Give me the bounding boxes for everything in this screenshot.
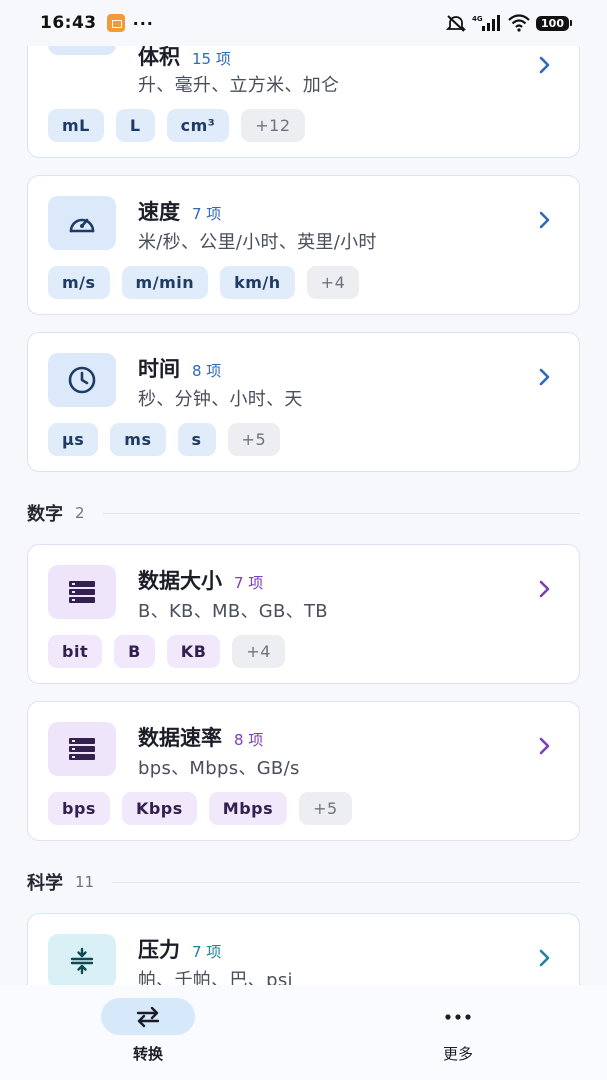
unit-chip[interactable]: bps bbox=[48, 792, 110, 825]
chevron-right-icon bbox=[539, 737, 550, 755]
category-card-pressure[interactable]: 压力 7 项 帕、千帕、巴、psi bbox=[27, 913, 580, 985]
card-icon-container bbox=[48, 565, 116, 619]
section-title: 科学 bbox=[27, 873, 63, 894]
section-count: 11 bbox=[75, 873, 95, 891]
card-icon-container bbox=[48, 353, 116, 407]
card-title: 压力 bbox=[138, 938, 180, 962]
more-units-chip[interactable]: +4 bbox=[232, 635, 285, 668]
card-title: 时间 bbox=[138, 357, 180, 381]
swap-icon bbox=[136, 1006, 160, 1027]
section-count: 2 bbox=[75, 504, 85, 522]
status-bar: 16:43 ··· 4G 100 bbox=[0, 0, 607, 46]
section-header-digital: 数字 2 bbox=[27, 500, 580, 526]
chevron-right-icon bbox=[539, 949, 550, 967]
unit-chip[interactable]: s bbox=[177, 423, 216, 456]
card-title: 速度 bbox=[138, 200, 180, 224]
card-description: B、KB、MB、GB、TB bbox=[138, 601, 328, 622]
nav-label: 转换 bbox=[132, 1045, 163, 1063]
category-card-speed[interactable]: 速度 7 项 米/秒、公里/小时、英里/小时 m/s m/min km/h +4 bbox=[27, 175, 580, 315]
card-title: 数据速率 bbox=[138, 726, 222, 750]
unit-chip[interactable]: Mbps bbox=[208, 792, 288, 825]
section-divider bbox=[102, 512, 580, 514]
more-units-chip[interactable]: +12 bbox=[241, 109, 305, 142]
more-units-chip[interactable]: +4 bbox=[306, 266, 360, 299]
network-type: 4G bbox=[472, 15, 483, 23]
clock-icon bbox=[68, 366, 96, 394]
battery-icon: 100 bbox=[536, 15, 572, 31]
unit-chip[interactable]: mL bbox=[48, 109, 104, 142]
unit-chip[interactable]: KB bbox=[166, 635, 221, 668]
unit-chips: mL L cm³ +12 bbox=[48, 109, 305, 142]
status-time: 16:43 bbox=[40, 13, 97, 33]
section-divider bbox=[112, 881, 580, 883]
unit-chip[interactable]: cm³ bbox=[166, 109, 230, 142]
card-count: 7 项 bbox=[192, 943, 222, 961]
card-title: 数据大小 bbox=[138, 569, 222, 593]
unit-chip[interactable]: μs bbox=[48, 423, 99, 456]
category-card-data-rate[interactable]: 数据速率 8 项 bps、Mbps、GB/s bps Kbps Mbps +5 bbox=[27, 701, 580, 841]
unit-chip[interactable]: Kbps bbox=[121, 792, 197, 825]
card-count: 15 项 bbox=[192, 50, 231, 68]
card-icon-container bbox=[48, 196, 116, 250]
card-count: 7 项 bbox=[234, 574, 264, 592]
chevron-right-icon bbox=[539, 368, 550, 386]
nav-icon-container bbox=[411, 998, 505, 1035]
card-description: 升、毫升、立方米、加仑 bbox=[138, 75, 340, 96]
storage-icon bbox=[69, 738, 95, 760]
category-card-data-size[interactable]: 数据大小 7 项 B、KB、MB、GB、TB bit B KB +4 bbox=[27, 544, 580, 684]
unit-chip[interactable]: m/min bbox=[121, 266, 209, 299]
nav-tab-more[interactable]: 更多 bbox=[411, 998, 505, 1064]
unit-chip[interactable]: bit bbox=[48, 635, 103, 668]
nav-label: 更多 bbox=[442, 1045, 473, 1063]
nav-tab-convert[interactable]: 转换 bbox=[101, 998, 195, 1064]
unit-chips: m/s m/min km/h +4 bbox=[48, 266, 360, 299]
category-list[interactable]: 体积 15 项 升、毫升、立方米、加仑 mL L cm³ +12 速度 7 项 bbox=[0, 0, 607, 985]
signal-icon: 4G bbox=[472, 15, 501, 31]
unit-chips: bps Kbps Mbps +5 bbox=[48, 792, 352, 825]
chevron-right-icon bbox=[539, 56, 550, 74]
more-icon bbox=[445, 1013, 471, 1020]
nav-active-indicator bbox=[101, 998, 195, 1035]
unit-chip[interactable]: m/s bbox=[48, 266, 110, 299]
unit-chips: μs ms s +5 bbox=[48, 423, 281, 456]
compress-icon bbox=[70, 947, 94, 975]
section-header-science: 科学 11 bbox=[27, 869, 580, 895]
bottom-navigation: 转换 更多 bbox=[0, 985, 607, 1080]
card-count: 8 项 bbox=[192, 362, 222, 380]
card-icon-container bbox=[48, 934, 116, 985]
unit-chips: bit B KB +4 bbox=[48, 635, 285, 668]
status-icons: 4G 100 bbox=[446, 14, 572, 32]
card-count: 8 项 bbox=[234, 731, 264, 749]
unit-chip[interactable]: L bbox=[115, 109, 155, 142]
app-notification-icon bbox=[106, 14, 125, 32]
section-title: 数字 bbox=[27, 504, 63, 525]
chevron-right-icon bbox=[539, 211, 550, 229]
card-description: bps、Mbps、GB/s bbox=[138, 758, 300, 779]
unit-chip[interactable]: B bbox=[114, 635, 155, 668]
card-description: 帕、千帕、巴、psi bbox=[138, 970, 293, 985]
storage-icon bbox=[69, 581, 95, 603]
unit-chip[interactable]: km/h bbox=[220, 266, 295, 299]
more-notifications-icon: ··· bbox=[132, 13, 154, 33]
card-description: 秒、分钟、小时、天 bbox=[138, 389, 303, 410]
wifi-icon bbox=[508, 14, 530, 32]
unit-chip[interactable]: ms bbox=[110, 423, 166, 456]
more-units-chip[interactable]: +5 bbox=[299, 792, 352, 825]
chevron-right-icon bbox=[539, 580, 550, 598]
card-icon-container bbox=[48, 722, 116, 776]
speedometer-icon bbox=[69, 218, 95, 233]
card-count: 7 项 bbox=[192, 205, 222, 223]
card-description: 米/秒、公里/小时、英里/小时 bbox=[138, 232, 377, 253]
mute-icon bbox=[446, 15, 467, 32]
category-card-time[interactable]: 时间 8 项 秒、分钟、小时、天 μs ms s +5 bbox=[27, 332, 580, 472]
more-units-chip[interactable]: +5 bbox=[227, 423, 281, 456]
